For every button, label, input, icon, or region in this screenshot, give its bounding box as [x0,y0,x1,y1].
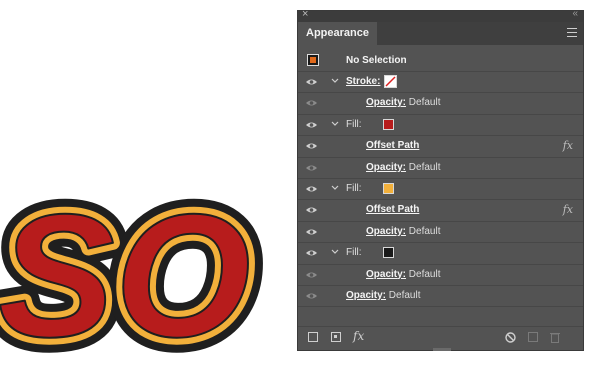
visibility-eye-icon[interactable] [305,98,318,108]
fill-opacity-row-1[interactable]: Opacity: Default [298,158,583,179]
fill-swatch-red[interactable] [383,118,394,130]
panel-title-bar[interactable]: × « [298,8,583,22]
visibility-eye-icon[interactable] [305,291,318,301]
fill-row-red[interactable]: Fill: [298,115,583,137]
opacity-label[interactable]: Opacity: [366,97,406,108]
artwork-red-fill: SO [0,179,251,367]
fx-icon[interactable]: fx [563,139,573,152]
offset-path-label[interactable]: Offset Path [366,204,419,215]
chevron-down-icon[interactable] [331,120,339,128]
artwork-text-so: SO SO SO [0,164,266,367]
appearance-panel: × « Appearance No Selection Stroke: Opac… [297,8,584,351]
opacity-value: Default [388,289,421,301]
duplicate-icon[interactable] [528,332,538,342]
resize-grip[interactable] [433,348,451,351]
fill-opacity-row-3[interactable]: Opacity: Default [298,265,583,286]
object-opacity-row[interactable]: Opacity: Default [298,286,583,308]
delete-icon[interactable] [550,332,560,343]
fx-menu-icon[interactable]: fx [353,329,364,343]
visibility-eye-icon[interactable] [305,120,318,130]
panel-tab-row: Appearance [298,22,583,45]
fill-label[interactable]: Fill: [346,183,362,194]
new-stroke-icon[interactable] [308,332,318,342]
fill-opacity-row-2[interactable]: Opacity: Default [298,222,583,244]
visibility-eye-icon[interactable] [305,227,318,237]
opacity-label[interactable]: Opacity: [366,269,406,280]
fill-label[interactable]: Fill: [346,247,362,258]
opacity-label[interactable]: Opacity: [366,226,406,237]
new-fill-icon[interactable] [331,332,341,342]
opacity-label[interactable]: Opacity: [346,290,386,301]
visibility-eye-icon[interactable] [305,205,318,215]
selection-label: No Selection [346,55,407,66]
opacity-value: Default [408,225,441,237]
close-icon[interactable]: × [302,8,308,20]
fill-label[interactable]: Fill: [346,119,362,130]
offset-path-label[interactable]: Offset Path [366,140,419,151]
offset-path-row-1[interactable]: Offset Path fx [298,136,583,158]
fx-icon[interactable]: fx [563,203,573,216]
opacity-label[interactable]: Opacity: [366,162,406,173]
visibility-eye-icon[interactable] [305,270,318,280]
fill-swatch-gold[interactable] [383,182,394,194]
fill-swatch-black[interactable] [383,247,394,259]
stroke-row[interactable]: Stroke: [298,72,583,94]
chevron-down-icon[interactable] [331,77,339,85]
opacity-value: Default [408,97,441,109]
visibility-eye-icon[interactable] [305,77,318,87]
collapse-icon[interactable]: « [572,8,578,19]
selection-thumbnail-icon [307,54,319,66]
stroke-label[interactable]: Stroke: [346,76,380,87]
opacity-value: Default [408,161,441,173]
panel-menu-icon[interactable] [567,28,577,37]
visibility-eye-icon[interactable] [305,184,318,194]
visibility-eye-icon[interactable] [305,163,318,173]
appearance-rows: No Selection Stroke: Opacity: Default Fi… [298,51,583,308]
visibility-eye-icon[interactable] [305,141,318,151]
opacity-value: Default [408,268,441,280]
stroke-opacity-row[interactable]: Opacity: Default [298,93,583,115]
panel-bottom-toolbar: fx [298,326,583,351]
fill-row-black[interactable]: Fill: [298,243,583,265]
fill-row-gold[interactable]: Fill: [298,179,583,201]
tab-appearance[interactable]: Appearance [298,22,377,45]
chevron-down-icon[interactable] [331,184,339,192]
visibility-eye-icon[interactable] [305,248,318,258]
stroke-swatch-none-icon[interactable] [384,75,397,88]
chevron-down-icon[interactable] [331,248,339,256]
artwork-canvas: SO SO SO [0,164,266,367]
clear-appearance-icon[interactable] [505,332,516,343]
offset-path-row-2[interactable]: Offset Path fx [298,200,583,222]
selection-row[interactable]: No Selection [298,51,583,72]
